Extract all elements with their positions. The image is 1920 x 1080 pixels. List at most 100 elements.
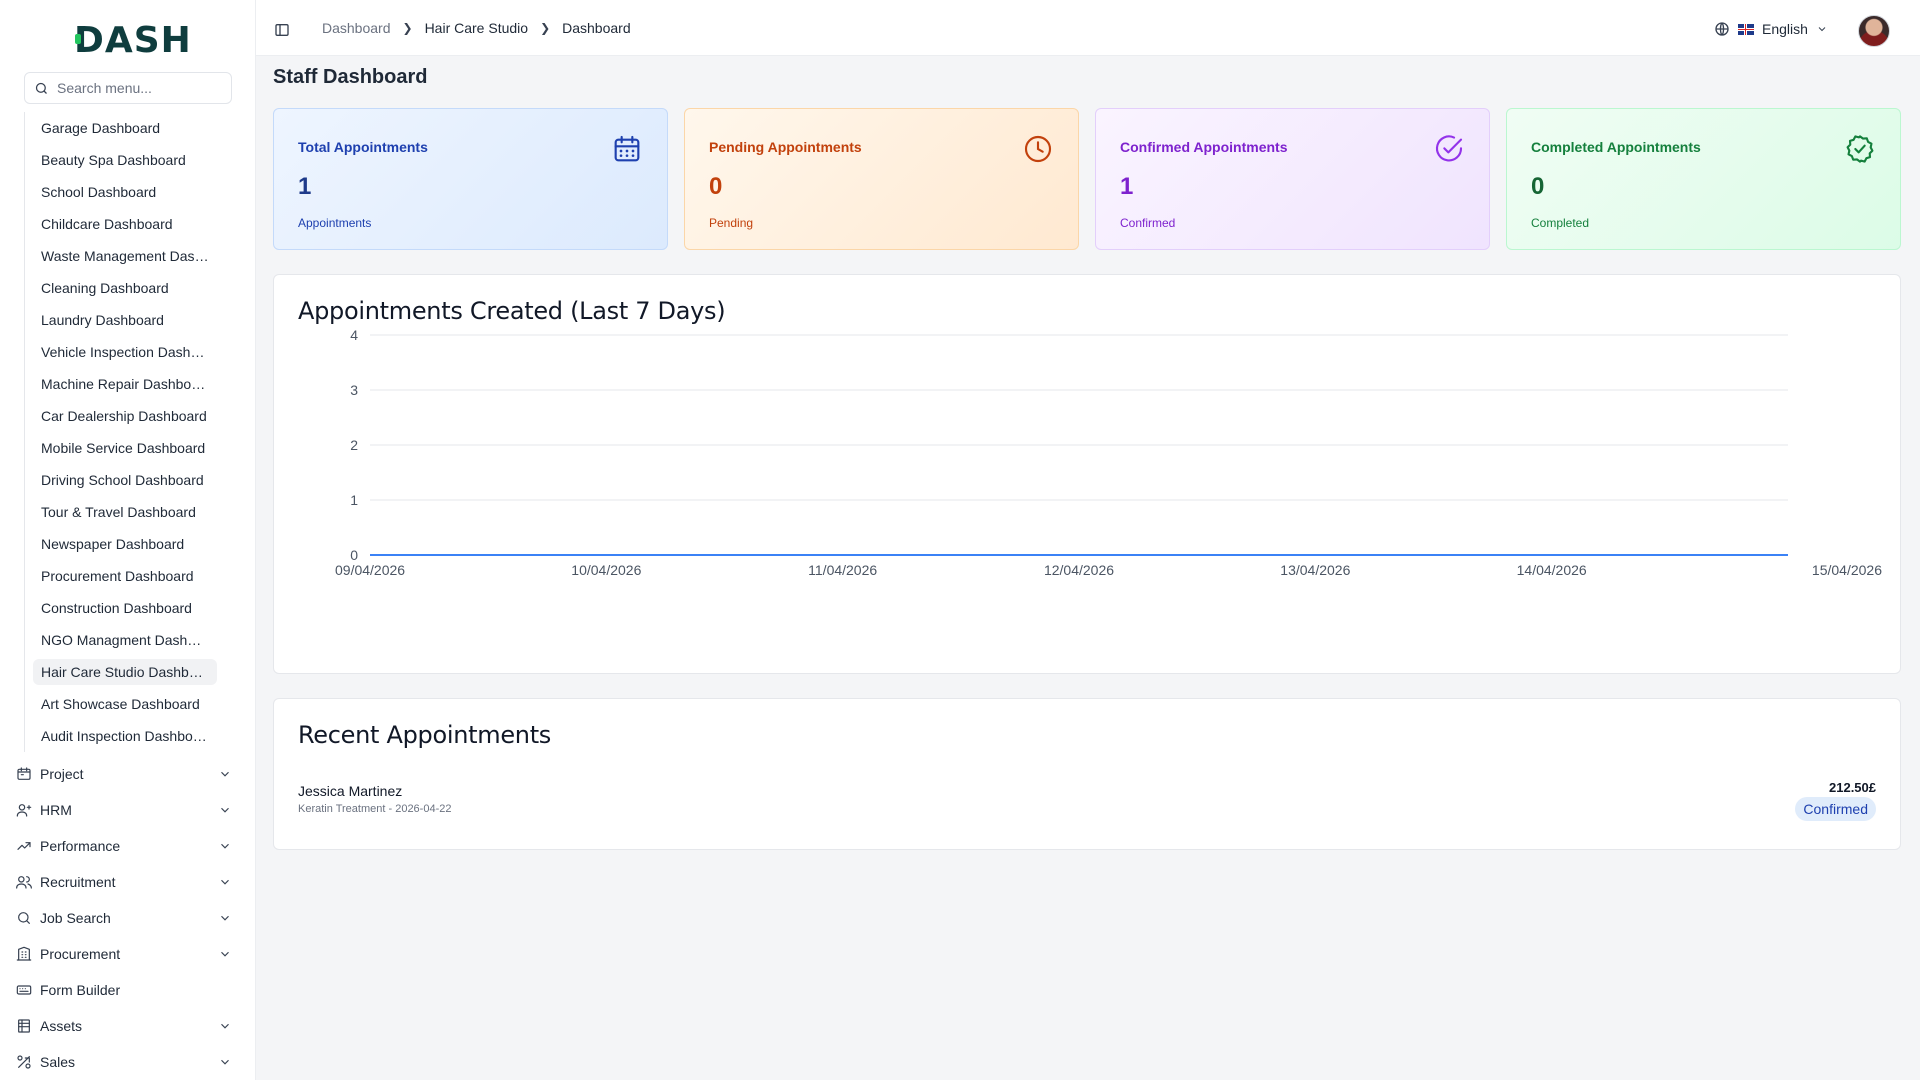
sidebar-item-job-search[interactable]: Job Search [0, 900, 256, 936]
chevron-down-icon[interactable] [218, 839, 232, 853]
search-icon [16, 910, 32, 926]
sidebar-item-form-builder[interactable]: Form Builder [0, 972, 256, 1008]
sidebar-item-construction-dashboard[interactable]: Construction Dashboard [25, 592, 232, 624]
calendar-icon [614, 135, 640, 162]
sidebar-item-label: Laundry Dashboard [41, 312, 164, 328]
sidebar-item-label: Project [40, 766, 84, 782]
status-badge: Confirmed [1795, 797, 1876, 821]
chevron-down-icon[interactable] [218, 947, 232, 961]
language-selector[interactable]: English [1714, 21, 1828, 37]
stat-title: Total Appointments [298, 139, 428, 155]
chevron-down-icon[interactable] [218, 1019, 232, 1033]
sidebar-item-school-dashboard[interactable]: School Dashboard [25, 176, 232, 208]
appointment-price: 212.50£ [1829, 780, 1876, 795]
sidebar-item-label: Newspaper Dashboard [41, 536, 185, 552]
sidebar-item-recruitment[interactable]: Recruitment [0, 864, 256, 900]
sidebar-item-label: Machine Repair Dashboard [41, 376, 209, 392]
sidebar-item-hrm[interactable]: HRM [0, 792, 256, 828]
badge-check-icon [1846, 135, 1874, 163]
clock-icon [1024, 135, 1052, 163]
stat-title: Confirmed Appointments [1120, 139, 1288, 155]
globe-icon [1715, 22, 1729, 36]
sidebar-item-newspaper-dashboard[interactable]: Newspaper Dashboard [25, 528, 232, 560]
sidebar-item-label: Art Showcase Dashboard [41, 696, 200, 712]
sidebar-item-tour-travel-dashboard[interactable]: Tour & Travel Dashboard [25, 496, 232, 528]
appointments-chart-card: Appointments Created (Last 7 Days) 01234… [273, 274, 1901, 674]
sidebar-item-label: Procurement [40, 946, 121, 962]
breadcrumb-hair-care-studio[interactable]: Hair Care Studio [425, 20, 529, 36]
x-tick-label: 12/04/2026 [1044, 562, 1114, 578]
sidebar-item-laundry-dashboard[interactable]: Laundry Dashboard [25, 304, 232, 336]
sidebar-item-waste-management-dashboard[interactable]: Waste Management Dashboard [25, 240, 232, 272]
y-tick-label: 2 [350, 437, 358, 453]
sidebar-item-driving-school-dashboard[interactable]: Driving School Dashboard [25, 464, 232, 496]
search-box [24, 72, 232, 104]
stat-value: 0 [709, 173, 723, 200]
sidebar-item-garage-dashboard[interactable]: Garage Dashboard [25, 112, 232, 144]
sidebar-item-sales[interactable]: Sales [0, 1044, 256, 1080]
sales-icon [16, 1054, 32, 1070]
sidebar-item-procurement[interactable]: Procurement [0, 936, 256, 972]
sidebar-item-label: Driving School Dashboard [41, 472, 204, 488]
stat-card-total: Total Appointments 1 Appointments [273, 108, 668, 250]
dash-logo[interactable]: DASH [74, 20, 192, 61]
sidebar-item-label: Form Builder [40, 982, 121, 998]
sidebar-item-label: Mobile Service Dashboard [41, 440, 206, 456]
sidebar-item-ngo-managment-dashboard[interactable]: NGO Managment Dashboard [25, 624, 232, 656]
y-tick-label: 1 [350, 492, 358, 508]
stat-value: 1 [298, 173, 312, 200]
chevron-down-icon[interactable] [218, 767, 232, 781]
sidebar-item-mobile-service-dashboard[interactable]: Mobile Service Dashboard [25, 432, 232, 464]
appointment-client-name: Jessica Martinez [298, 783, 403, 799]
sidebar-item-label: Job Search [40, 910, 111, 926]
x-tick-label: 11/04/2026 [808, 562, 877, 578]
trend-icon [16, 838, 32, 854]
chevron-down-icon[interactable] [218, 1055, 232, 1069]
appointment-meta: Keratin Treatment - 2026-04-22 [298, 803, 452, 815]
uk-flag-icon [1738, 23, 1754, 35]
sidebar-item-label: Waste Management Dashboard [41, 248, 209, 264]
sidebar-item-label: Childcare Dashboard [41, 216, 173, 232]
sidebar-item-label: Garage Dashboard [41, 120, 161, 136]
stat-card-completed: Completed Appointments 0 Completed [1506, 108, 1901, 250]
sidebar-item-car-dealership-dashboard[interactable]: Car Dealership Dashboard [25, 400, 232, 432]
form-icon [16, 982, 32, 998]
search-input[interactable] [57, 80, 227, 96]
sidebar-item-vehicle-inspection-dashboard[interactable]: Vehicle Inspection Dashboard [25, 336, 232, 368]
sidebar-item-label: Beauty Spa Dashboard [41, 152, 186, 168]
sidebar-item-audit-inspection-dashboard[interactable]: Audit Inspection Dashboard [25, 720, 232, 752]
sidebar-item-label: Audit Inspection Dashboard [41, 728, 209, 744]
y-tick-label: 3 [350, 382, 358, 398]
stat-value: 1 [1120, 173, 1134, 200]
sidebar-item-label: Sales [40, 1054, 76, 1070]
x-tick-label: 15/04/2026 [1812, 562, 1882, 578]
x-tick-label: 13/04/2026 [1280, 562, 1350, 578]
chevron-right-icon: ❯ [402, 21, 413, 35]
chevron-down-icon[interactable] [218, 875, 232, 889]
sidebar-toggle-icon[interactable] [274, 22, 290, 38]
sidebar-nav: Project HRM Performance Recruitment Job Sear… [0, 756, 256, 1080]
chevron-down-icon[interactable] [218, 803, 232, 817]
avatar[interactable] [1858, 15, 1890, 47]
language-label: English [1762, 21, 1808, 37]
sidebar-item-label: Assets [40, 1018, 83, 1034]
breadcrumb-dashboard[interactable]: Dashboard [322, 20, 391, 36]
stat-title: Pending Appointments [709, 139, 862, 155]
sidebar-item-childcare-dashboard[interactable]: Childcare Dashboard [25, 208, 232, 240]
y-tick-label: 0 [350, 547, 358, 563]
sidebar-item-art-showcase-dashboard[interactable]: Art Showcase Dashboard [25, 688, 232, 720]
sidebar-item-hair-care-studio-dashboard[interactable]: Hair Care Studio Dashboard [25, 656, 232, 688]
chevron-down-icon[interactable] [218, 911, 232, 925]
x-tick-label: 09/04/2026 [335, 562, 405, 578]
sidebar-item-performance[interactable]: Performance [0, 828, 256, 864]
project-icon [16, 766, 32, 782]
y-tick-label: 4 [350, 327, 358, 343]
sidebar-item-machine-repair-dashboard[interactable]: Machine Repair Dashboard [25, 368, 232, 400]
sidebar-item-label: Recruitment [40, 874, 116, 890]
sidebar-item-cleaning-dashboard[interactable]: Cleaning Dashboard [25, 272, 232, 304]
sidebar-item-procurement-dashboard[interactable]: Procurement Dashboard [25, 560, 232, 592]
sidebar-item-beauty-spa-dashboard[interactable]: Beauty Spa Dashboard [25, 144, 232, 176]
sidebar-item-label: Cleaning Dashboard [41, 280, 169, 296]
sidebar-item-assets[interactable]: Assets [0, 1008, 256, 1044]
sidebar-item-project[interactable]: Project [0, 756, 256, 792]
